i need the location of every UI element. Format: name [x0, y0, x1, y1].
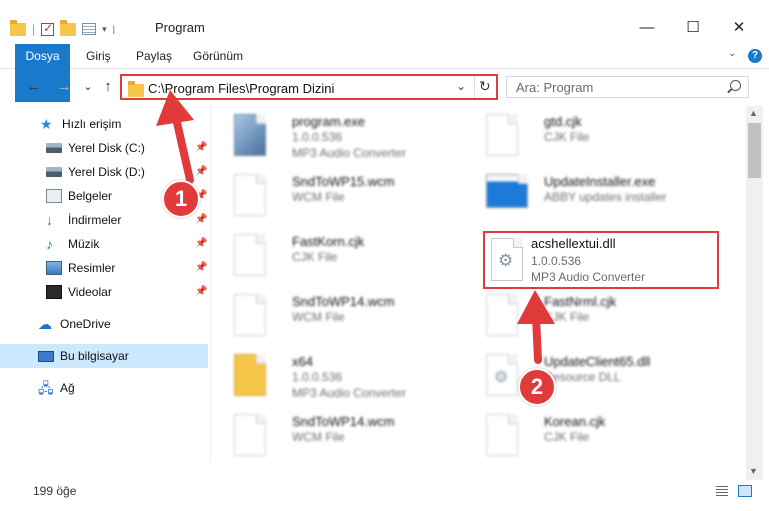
- sidebar-item-network[interactable]: 🖧 Ağ: [0, 376, 208, 400]
- folder-icon: [234, 354, 266, 396]
- search-input[interactable]: Ara: Program: [516, 80, 593, 95]
- documents-icon: [46, 189, 62, 203]
- file-item[interactable]: SndToWP14.wcm WCM File: [226, 288, 456, 346]
- file-item[interactable]: FastNrml.cjk CJK File: [478, 288, 708, 346]
- file-item[interactable]: SndToWP15.wcm WCM File: [226, 168, 456, 226]
- pin-icon: 📌: [195, 214, 208, 225]
- videos-icon: [46, 285, 62, 299]
- file-item[interactable]: FastKorn.cjk CJK File: [226, 228, 456, 286]
- file-item[interactable]: SndToWP14.wcm WCM File: [226, 408, 456, 466]
- file-icon: [234, 294, 266, 336]
- step-1-badge: 1: [162, 180, 200, 218]
- forward-button[interactable]: →: [54, 77, 74, 97]
- file-description: MP3 Audio Converter: [531, 270, 646, 284]
- window-title: Program: [155, 20, 205, 35]
- folder-item[interactable]: x64 1.0.0.536 MP3 Audio Converter: [226, 348, 456, 406]
- installer-icon: [486, 174, 528, 208]
- file-item[interactable]: UpdateInstaller.exe ABBY updates install…: [478, 168, 708, 226]
- search-icon[interactable]: [730, 80, 741, 91]
- disk-icon: [46, 143, 62, 153]
- tab-giris[interactable]: Giriş: [86, 44, 111, 69]
- back-button[interactable]: ←: [24, 77, 44, 97]
- item-count: 199 öğe: [33, 484, 77, 498]
- file-item[interactable]: gtd.cjk CJK File: [478, 108, 708, 166]
- close-button[interactable]: ✕: [716, 12, 762, 42]
- refresh-icon[interactable]: ↻: [479, 78, 491, 95]
- tab-gorunum[interactable]: Görünüm: [193, 44, 243, 69]
- large-icons-view-icon[interactable]: [738, 485, 752, 497]
- sidebar-item-quick-access[interactable]: ★ Hızlı erişim: [0, 112, 208, 136]
- recent-locations-button[interactable]: ⌄: [78, 77, 98, 97]
- sidebar-item-onedrive[interactable]: ☁ OneDrive: [0, 312, 208, 336]
- cloud-icon: ☁: [38, 316, 52, 332]
- tab-paylas[interactable]: Paylaş: [136, 44, 172, 69]
- status-bar: 199 öğe: [0, 480, 769, 511]
- minimize-button[interactable]: —: [624, 12, 670, 42]
- address-bar[interactable]: C:\Program Files\Program Dizini ⌄ ↻: [120, 74, 498, 100]
- ribbon-tabs: Dosya Giriş Paylaş Görünüm ⌄ ?: [0, 44, 769, 102]
- sidebar-item-disk-c[interactable]: Yerel Disk (C:) 📌: [0, 136, 208, 160]
- file-icon: [234, 414, 266, 456]
- star-icon: ★: [40, 116, 53, 132]
- search-box[interactable]: Ara: Program: [506, 76, 749, 98]
- sidebar-item-this-pc[interactable]: Bu bilgisayar: [0, 344, 208, 368]
- file-icon: [486, 114, 518, 156]
- exe-file-icon: [234, 114, 266, 156]
- step-2-badge: 2: [518, 368, 556, 406]
- folder-icon: [10, 19, 26, 36]
- music-icon: ♪: [46, 236, 53, 252]
- details-view-icon[interactable]: [716, 486, 728, 496]
- new-folder-icon[interactable]: [60, 19, 77, 36]
- file-icon: [486, 414, 518, 456]
- properties-check-icon[interactable]: [41, 21, 55, 36]
- help-icon[interactable]: ?: [748, 49, 762, 63]
- pictures-icon: [46, 261, 62, 275]
- network-icon: 🖧: [38, 380, 54, 396]
- folder-icon: [128, 81, 144, 97]
- file-item[interactable]: Korean.cjk CJK File: [478, 408, 708, 466]
- sidebar-item-pictures[interactable]: Resimler 📌: [0, 256, 208, 280]
- customize-toolbar-icon[interactable]: ▾: [102, 24, 107, 35]
- file-icon: [486, 294, 518, 336]
- file-icon: [234, 174, 266, 216]
- file-icon: [234, 234, 266, 276]
- pin-icon: 📌: [195, 286, 208, 297]
- scroll-down-icon[interactable]: ▼: [749, 466, 758, 476]
- quick-access-toolbar: | ▾ |: [10, 18, 115, 40]
- expand-ribbon-icon[interactable]: ⌄: [728, 48, 736, 59]
- downloads-icon: ↓: [46, 212, 53, 228]
- scroll-thumb[interactable]: [748, 123, 761, 178]
- computer-icon: [38, 350, 54, 362]
- pin-icon: 📌: [195, 238, 208, 249]
- dll-file-icon: [486, 354, 518, 396]
- pin-icon: 📌: [195, 142, 208, 153]
- pin-icon: 📌: [195, 166, 208, 177]
- scroll-up-icon[interactable]: ▲: [749, 108, 758, 118]
- up-button[interactable]: ↑: [98, 77, 118, 97]
- file-name: acshellextui.dll: [531, 236, 616, 251]
- address-dropdown-icon[interactable]: ⌄: [456, 79, 466, 93]
- file-item[interactable]: program.exe 1.0.0.536 MP3 Audio Converte…: [226, 108, 456, 166]
- address-path[interactable]: C:\Program Files\Program Dizini: [148, 81, 334, 96]
- file-item[interactable]: UpdateClient65.dll Resource DLL: [478, 348, 708, 406]
- properties-icon[interactable]: [82, 23, 97, 35]
- disk-icon: [46, 167, 62, 177]
- navigation-bar: ← → ⌄ ↑ C:\Program Files\Program Dizini …: [0, 70, 769, 104]
- pin-icon: 📌: [195, 262, 208, 273]
- title-bar: | ▾ | Program — ☐ ✕: [0, 0, 769, 44]
- dll-file-icon: [491, 238, 523, 281]
- sidebar-item-videos[interactable]: Videolar 📌: [0, 280, 208, 304]
- sidebar-item-music[interactable]: ♪ Müzik 📌: [0, 232, 208, 256]
- highlighted-file-item[interactable]: acshellextui.dll 1.0.0.536 MP3 Audio Con…: [483, 231, 719, 289]
- maximize-button[interactable]: ☐: [670, 12, 716, 42]
- file-version: 1.0.0.536: [531, 254, 582, 268]
- vertical-scrollbar[interactable]: ▲ ▼: [746, 106, 763, 480]
- navigation-pane: ★ Hızlı erişim Yerel Disk (C:) 📌 Yerel D…: [0, 106, 210, 461]
